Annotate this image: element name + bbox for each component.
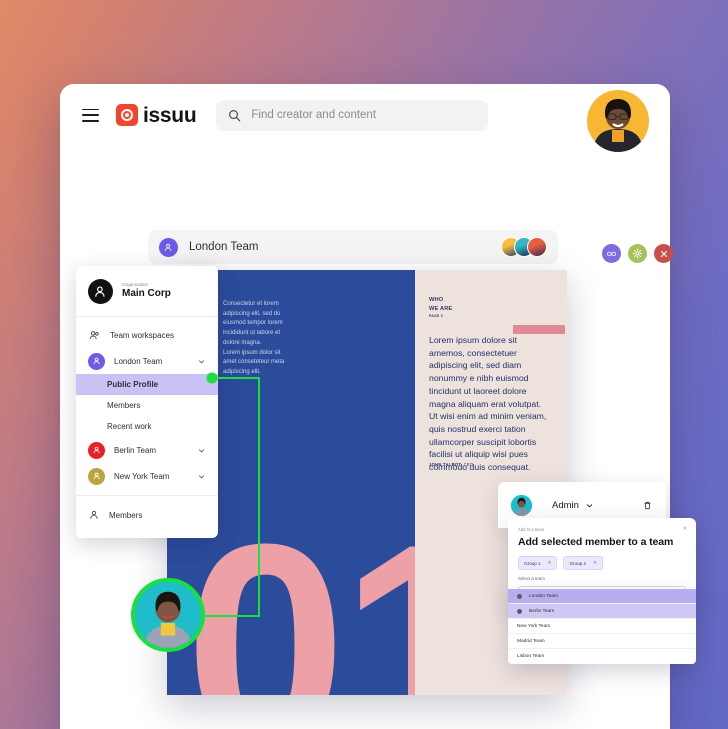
dropdown-option-new-york-team[interactable]: New York Team bbox=[508, 619, 696, 634]
select-team-label: Select a team bbox=[518, 576, 545, 581]
sidebar-subitem-public-profile[interactable]: Public Profile bbox=[76, 374, 218, 395]
glasses-icon bbox=[606, 251, 617, 257]
team-group-icon bbox=[159, 237, 178, 257]
sidebar-item-new-york-team[interactable]: New York Team bbox=[76, 463, 218, 489]
hamburger-icon[interactable] bbox=[82, 108, 99, 122]
circle-action-group bbox=[602, 244, 673, 263]
chevron-down-icon[interactable] bbox=[197, 446, 206, 455]
attribution-name: JOHN TALBOT, bbox=[429, 462, 463, 467]
app-header: issuu bbox=[60, 84, 670, 146]
avatar-photo bbox=[135, 582, 201, 648]
sidebar-item-team-workspaces[interactable]: Team workspaces bbox=[76, 322, 218, 348]
dropdown-option-madrid-team[interactable]: Madrid Team bbox=[508, 634, 696, 649]
organization-name: Main Corp bbox=[122, 288, 171, 300]
chevron-down-icon[interactable] bbox=[585, 501, 594, 510]
nav-divider bbox=[76, 495, 218, 496]
team-avatar-icon bbox=[88, 467, 105, 485]
dialog-eyebrow: Add to a team bbox=[518, 527, 545, 532]
chevron-down-icon[interactable] bbox=[197, 472, 206, 481]
sidebar-subitem-label: Public Profile bbox=[107, 380, 159, 389]
dropdown-option-label: London Team bbox=[529, 593, 558, 599]
sidebar-subitem-members[interactable]: Members bbox=[76, 395, 218, 416]
page-marker: PAGE 3 bbox=[429, 314, 443, 318]
search-icon bbox=[229, 109, 241, 121]
attribution-role: CEO bbox=[462, 462, 474, 467]
organization-block[interactable]: Organization Main Corp bbox=[76, 266, 218, 317]
group-tag-label: Group 1 bbox=[524, 560, 541, 566]
dropdown-option-berlin-team[interactable]: Berlin Team bbox=[508, 604, 696, 619]
search-box[interactable] bbox=[216, 99, 489, 131]
group-tag[interactable]: Group 2 ✕ bbox=[563, 556, 603, 570]
brand-logo[interactable]: issuu bbox=[116, 103, 197, 127]
sidebar-item-london-team[interactable]: London Team bbox=[76, 348, 218, 374]
spread-left-text: Consectetur et lorem adipiscing elit, se… bbox=[223, 301, 285, 376]
team-nav-panel: Organization Main Corp Team workspaces L… bbox=[76, 266, 218, 538]
sidebar-item-berlin-team[interactable]: Berlin Team bbox=[76, 437, 218, 463]
dropdown-option-label: Madrid Team bbox=[517, 638, 545, 644]
close-button[interactable] bbox=[654, 244, 673, 263]
search-input[interactable] bbox=[251, 109, 477, 121]
text-highlight-bar bbox=[513, 325, 565, 334]
sidebar-item-label: London Team bbox=[114, 356, 163, 366]
organization-icon bbox=[88, 279, 113, 304]
admin-label: Admin bbox=[552, 499, 579, 511]
dropdown-option-lisbon-team[interactable]: Lisbon Team bbox=[508, 649, 696, 664]
dialog-title: Add selected member to a team bbox=[518, 536, 674, 548]
preview-button[interactable] bbox=[602, 244, 621, 263]
who-we-are-heading: WHO WE ARE bbox=[429, 297, 453, 312]
group-tag-label: Group 2 bbox=[569, 560, 587, 566]
team-row[interactable]: London Team bbox=[148, 230, 558, 264]
sidebar-item-label: Members bbox=[109, 510, 143, 520]
profile-photo bbox=[587, 90, 649, 152]
sidebar-item-label: New York Team bbox=[114, 471, 170, 481]
team-row-label: London Team bbox=[189, 241, 259, 253]
profile-avatar[interactable] bbox=[587, 90, 649, 152]
dropdown-option-label: New York Team bbox=[517, 623, 551, 629]
admin-avatar bbox=[511, 494, 532, 516]
spread-body-text: Lorem ipsum dolore sit amemos, consectet… bbox=[429, 335, 547, 473]
group-tag[interactable]: Group 1 ✕ bbox=[518, 556, 558, 570]
brand-name: issuu bbox=[143, 103, 197, 127]
issuu-target-logo-icon bbox=[116, 104, 138, 126]
team-avatar-icon bbox=[88, 441, 105, 459]
team-gear-icon bbox=[517, 608, 522, 614]
sidebar-item-label: Team workspaces bbox=[110, 330, 175, 340]
sidebar-subitem-label: Members bbox=[107, 401, 141, 410]
sidebar-item-members[interactable]: Members bbox=[76, 502, 218, 528]
sidebar-item-label: Berlin Team bbox=[114, 445, 157, 455]
spread-big-number: 01 bbox=[185, 484, 415, 695]
avatar bbox=[527, 237, 547, 257]
remove-x-icon[interactable]: ✕ bbox=[548, 560, 552, 566]
remove-x-icon[interactable]: ✕ bbox=[593, 560, 597, 566]
gear-icon bbox=[632, 248, 643, 259]
dropdown-option-london-team[interactable]: London Team bbox=[508, 589, 696, 604]
trash-icon[interactable] bbox=[642, 500, 653, 511]
sidebar-subitem-recent-work[interactable]: Recent work bbox=[76, 416, 218, 437]
spread-attribution: JOHN TALBOT, CEO bbox=[429, 462, 473, 467]
chevron-down-icon[interactable] bbox=[197, 357, 206, 366]
team-options-dropdown: London Team Berlin Team New York Team Ma… bbox=[508, 589, 696, 664]
sidebar-subitem-label: Recent work bbox=[107, 422, 152, 431]
dropdown-option-label: Berlin Team bbox=[529, 608, 555, 614]
team-gear-icon bbox=[517, 593, 522, 599]
member-photo-avatar[interactable] bbox=[131, 578, 205, 652]
dropdown-option-label: Lisbon Team bbox=[517, 654, 545, 659]
settings-button[interactable] bbox=[628, 244, 647, 263]
person-icon bbox=[90, 510, 98, 519]
member-avatar-stack[interactable] bbox=[501, 237, 547, 257]
close-x-icon[interactable]: ✕ bbox=[683, 526, 687, 532]
workspace-icon bbox=[89, 330, 99, 339]
team-avatar-icon bbox=[88, 352, 105, 370]
group-tag-list: Group 1 ✕ Group 2 ✕ bbox=[518, 556, 686, 570]
close-x-icon bbox=[660, 250, 667, 257]
